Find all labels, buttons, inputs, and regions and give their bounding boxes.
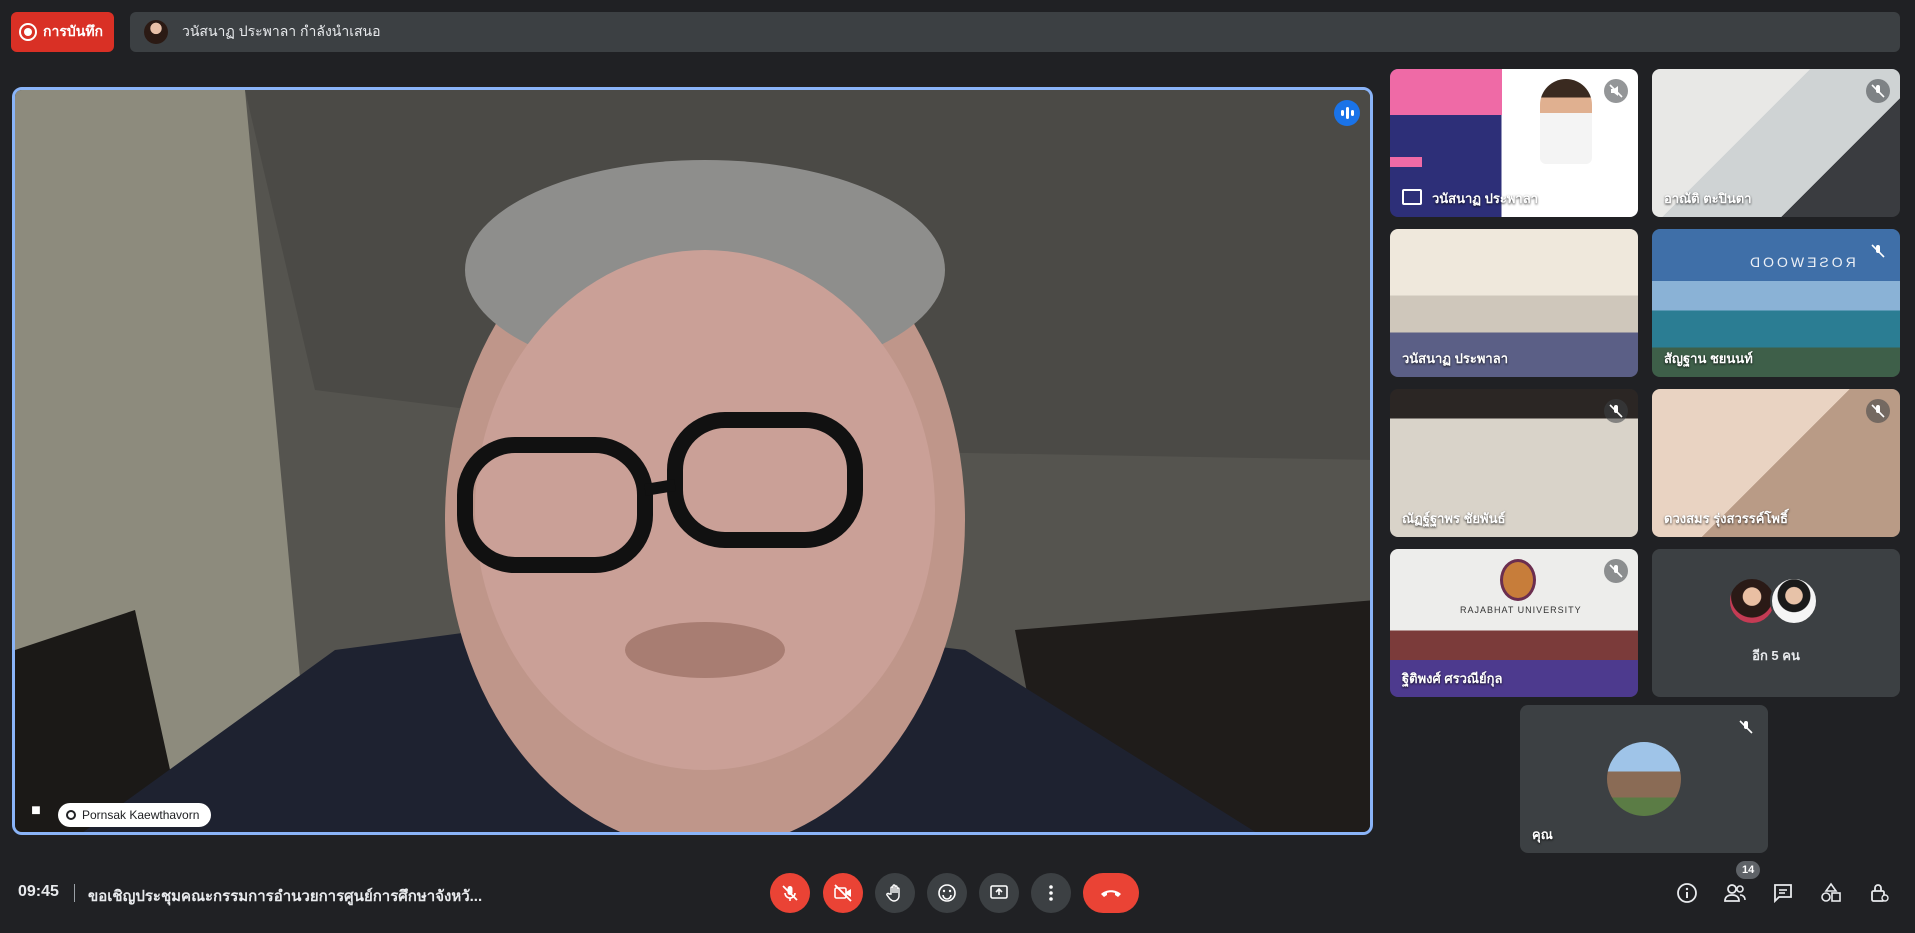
main-speaker-name-pill: Pornsak Kaewthavorn (58, 803, 212, 827)
recording-label: การบันทึก (43, 23, 104, 39)
participant-name: ณัฏฐ์ฐาพร ชัยพันธ์ (1402, 511, 1506, 526)
mic-toggle-button[interactable] (770, 873, 810, 913)
host-controls-icon (1871, 884, 1889, 902)
record-icon (19, 23, 37, 41)
pin-icon[interactable]: ■ (25, 800, 47, 822)
activities-button[interactable] (1814, 876, 1848, 910)
self-tile[interactable]: คุณ (1520, 705, 1768, 853)
presenting-icon (1402, 189, 1422, 205)
present-icon (990, 885, 1008, 899)
emoji-button[interactable] (927, 873, 967, 913)
main-speaker-tile[interactable]: ■ Pornsak Kaewthavorn (12, 87, 1373, 835)
self-avatar (1607, 742, 1681, 816)
camera-toggle-button[interactable] (823, 873, 863, 913)
mic-off-icon (1604, 559, 1628, 583)
recording-button[interactable]: การบันทึก (11, 12, 114, 52)
mic-off-icon (1866, 399, 1890, 423)
presenter-avatar (144, 20, 168, 44)
participant-tile[interactable]: RAJABHAT UNIVERSITY ฐิติพงศ์ ศรวณีย์กุล (1390, 549, 1638, 697)
slide-marker (1390, 157, 1422, 167)
camera-off-icon (834, 884, 852, 902)
mic-off-icon (782, 885, 798, 901)
more-options-button[interactable] (1031, 873, 1071, 913)
presentation-banner[interactable]: วนัสนาฏ ประพาลา กำลังนำเสนอ (130, 12, 1900, 52)
presentation-text: วนัสนาฏ ประพาลา กำลังนำเสนอ (182, 23, 381, 39)
raise-hand-icon (886, 884, 900, 902)
more-icon (1049, 885, 1053, 901)
university-sign-text: RAJABHAT UNIVERSITY (1460, 605, 1582, 615)
participant-tile[interactable]: อาณัติ ตะปินตา (1652, 69, 1900, 217)
people-button[interactable] (1718, 876, 1752, 910)
participant-name: ฐิติพงศ์ ศรวณีย์กุล (1402, 671, 1503, 686)
chat-icon (1774, 884, 1792, 904)
participant-name: สัญฐาน ชยนนท์ (1664, 351, 1753, 366)
participant-name: อาณัติ ตะปินตา (1664, 191, 1752, 206)
raise-hand-button[interactable] (875, 873, 915, 913)
chat-button[interactable] (1766, 876, 1800, 910)
meeting-info-button[interactable] (1670, 876, 1704, 910)
participant-count-badge: 14 (1736, 861, 1761, 879)
leave-call-button[interactable] (1083, 873, 1139, 913)
university-seal (1500, 559, 1536, 601)
participant-tile[interactable]: ROSEWOOD สัญฐาน ชยนนท์ (1652, 229, 1900, 377)
participant-tile[interactable]: วนัสนาฏ ประพาลา (1390, 229, 1638, 377)
participant-tile[interactable]: ณัฏฐ์ฐาพร ชัยพันธ์ (1390, 389, 1638, 537)
participant-name: ดวงสมร รุ่งสวรรค์โพธิ์ (1664, 511, 1788, 526)
camera-source-icon (66, 810, 76, 820)
participant-tile[interactable]: ดวงสมร รุ่งสวรรค์โพธิ์ (1652, 389, 1900, 537)
divider (74, 884, 75, 902)
background-brand-text: ROSEWOOD (1747, 254, 1856, 270)
mic-off-icon (1604, 399, 1628, 423)
participant-name: วนัสนาฏ ประพาลา (1402, 351, 1508, 366)
activities-icon (1821, 882, 1841, 902)
self-name: คุณ (1532, 827, 1553, 842)
host-controls-button[interactable] (1862, 876, 1896, 910)
emoji-icon (938, 884, 956, 902)
main-speaker-video (15, 90, 1370, 832)
people-icon (1724, 884, 1746, 902)
speaking-indicator-icon (1334, 100, 1360, 126)
mic-off-icon (1866, 239, 1890, 263)
avatar (1728, 577, 1776, 625)
participant-name: วนัสนาฏ ประพาลา (1432, 191, 1538, 206)
end-call-icon (1101, 890, 1121, 897)
mic-off-icon (1866, 79, 1890, 103)
meeting-time: 09:45 (18, 883, 59, 900)
more-participants-label: อีก 5 คน (1752, 648, 1800, 663)
meeting-title: ขอเชิญประชุมคณะกรรมการอำนวยการศูนย์การศึ… (88, 888, 483, 905)
main-speaker-name: Pornsak Kaewthavorn (82, 808, 200, 822)
mic-off-icon (1734, 715, 1758, 739)
present-screen-button[interactable] (979, 873, 1019, 913)
info-icon (1677, 883, 1697, 903)
avatar (1770, 577, 1818, 625)
participant-tile[interactable]: วนัสนาฏ ประพาลา (1390, 69, 1638, 217)
slide-portrait (1540, 79, 1592, 164)
volume-off-icon (1604, 79, 1628, 103)
more-participants-tile[interactable]: อีก 5 คน (1652, 549, 1900, 697)
slide-header (1390, 69, 1502, 115)
